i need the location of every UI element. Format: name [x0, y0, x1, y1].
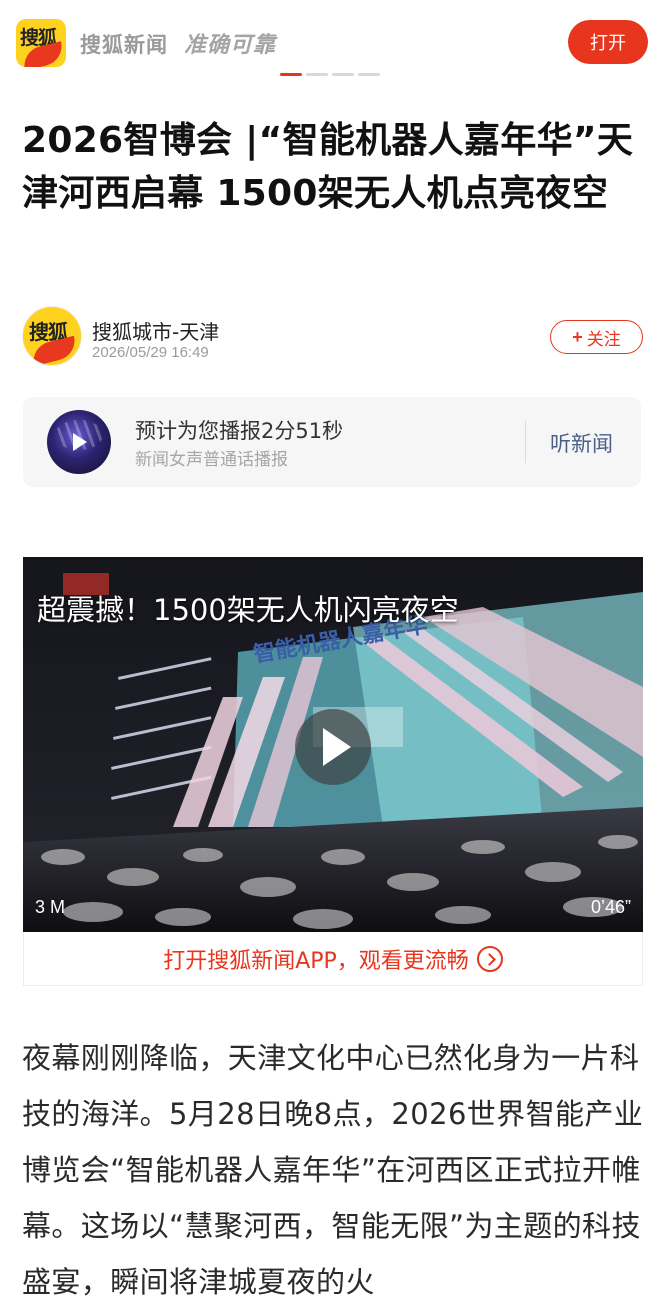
chevron-right-circle-icon	[476, 945, 503, 972]
author-name[interactable]: 搜狐城市-天津	[92, 316, 219, 345]
article-paragraph: 夜幕刚刚降临，天津文化中心已然化身为一片科技的海洋。5月28日晚8点，2026世…	[22, 1041, 644, 1299]
publish-time: 2026/05/29 16:49	[92, 344, 209, 361]
sohu-logo[interactable]: 搜狐	[16, 19, 66, 67]
article-title: 2026智博会 |“智能机器人嘉年华”天津河西启幕 1500架无人机点亮夜空	[22, 120, 634, 214]
audio-player-card[interactable]: 预计为您播报2分51秒 新闻女声普通话播报 听新闻	[23, 397, 641, 487]
audio-voice-text: 新闻女声普通话播报	[135, 450, 288, 470]
listen-news-button[interactable]: 听新闻	[550, 428, 613, 458]
top-bar: 搜狐 搜狐新闻 准确可靠 打开	[0, 0, 665, 86]
carousel-indicator	[280, 73, 380, 76]
audio-thumbnail[interactable]	[47, 410, 111, 474]
divider	[525, 421, 526, 463]
video-player[interactable]: 智能机器人嘉年华 超震撼！1500架无人机闪亮夜空 3 M 0’46”	[23, 557, 643, 932]
open-app-watch-link[interactable]: 打开搜狐新闻APP，观看更流畅	[23, 932, 643, 986]
follow-button[interactable]: + 关注	[550, 320, 643, 354]
follow-label: 关注	[586, 329, 621, 349]
open-app-button[interactable]: 打开	[568, 20, 648, 64]
brand-slogan: 准确可靠	[184, 32, 277, 58]
play-icon	[73, 433, 87, 451]
author-avatar[interactable]: 搜狐	[22, 306, 82, 366]
plus-icon: +	[572, 326, 583, 347]
carousel-dot-active	[280, 73, 302, 76]
video-size: 3 M	[35, 897, 66, 917]
audio-duration-text: 预计为您播报2分51秒	[135, 419, 344, 443]
carousel-dot	[332, 73, 354, 76]
carousel-dot	[358, 73, 380, 76]
play-icon	[323, 728, 351, 766]
open-app-watch-label: 打开搜狐新闻APP，观看更流畅	[163, 948, 469, 974]
video-title: 超震撼！1500架无人机闪亮夜空	[37, 593, 459, 627]
brand-name: 搜狐新闻	[80, 33, 168, 57]
video-duration: 0’46”	[590, 897, 631, 917]
carousel-dot	[306, 73, 328, 76]
video-play-button[interactable]	[295, 709, 371, 785]
